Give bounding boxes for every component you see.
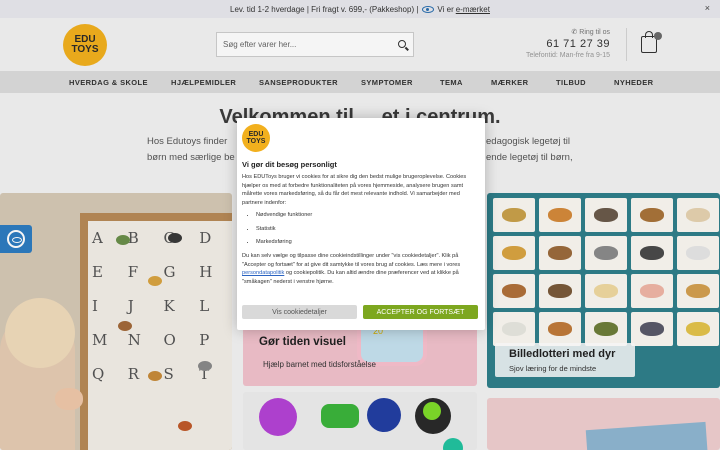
cookie-title: Vi gør dit besøg personligt: [242, 160, 337, 169]
privacy-policy-link[interactable]: persondatapolitik: [242, 270, 284, 276]
cookie-purpose-list: Nødvendige funktioner Statistik Markedsf…: [256, 211, 312, 252]
cookie-logo: EDU TOYS: [242, 124, 270, 152]
cookie-instructions-part-1: Du kan selv vælge og tilpasse dine cooki…: [242, 253, 461, 268]
cookie-description: Hos EDUToys bruger vi cookies for at sik…: [242, 174, 467, 206]
accept-cookies-button[interactable]: ACCEPTER OG FORTSÆT: [363, 305, 478, 319]
cookie-logo-line-1: EDU: [248, 131, 264, 138]
cookie-consent-dialog: EDU TOYS Vi gør dit besøg personligt Hos…: [237, 118, 485, 330]
cookie-purpose-item: Markedsføring: [256, 238, 312, 252]
show-cookie-details-button[interactable]: Vis cookiedetaljer: [242, 305, 357, 319]
cookie-instructions: Du kan selv vælge og tilpasse dine cooki…: [242, 252, 480, 286]
cookie-purpose-item: Statistik: [256, 225, 312, 239]
cookie-logo-line-2: TOYS: [246, 138, 266, 145]
cookie-purpose-item: Nødvendige funktioner: [256, 211, 312, 225]
